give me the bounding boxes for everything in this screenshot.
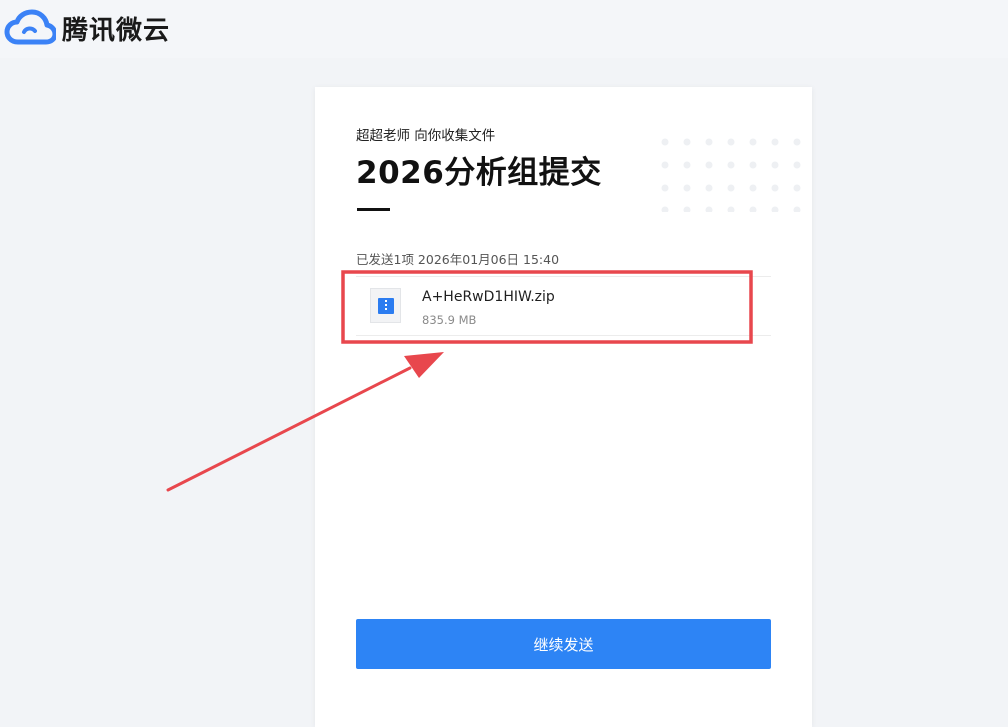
file-name: A+HeRwD1HIW.zip bbox=[422, 289, 555, 305]
sent-info: 已发送1项 2026年01月06日 15:40 bbox=[356, 252, 560, 267]
cloud-icon bbox=[4, 8, 56, 48]
collector-text: 超超老师 向你收集文件 bbox=[356, 128, 496, 144]
file-size: 835.9 MB bbox=[422, 313, 477, 327]
brand-name: 腾讯微云 bbox=[62, 15, 171, 46]
app-logo[interactable]: 腾讯微云 bbox=[4, 8, 170, 48]
continue-send-button[interactable]: 继续发送 bbox=[356, 619, 771, 669]
collection-card: 超超老师 向你收集文件 2026分析组提交 已发送1项 2026年01月06日 … bbox=[315, 87, 812, 727]
top-bar: 腾讯微云 bbox=[0, 0, 1008, 58]
file-list-item[interactable]: A+HeRwD1HIW.zip 835.9 MB bbox=[356, 276, 771, 336]
zip-file-icon bbox=[370, 288, 401, 323]
title-divider bbox=[357, 208, 390, 211]
decorative-dots bbox=[661, 138, 801, 212]
collection-title: 2026分析组提交 bbox=[356, 155, 602, 191]
